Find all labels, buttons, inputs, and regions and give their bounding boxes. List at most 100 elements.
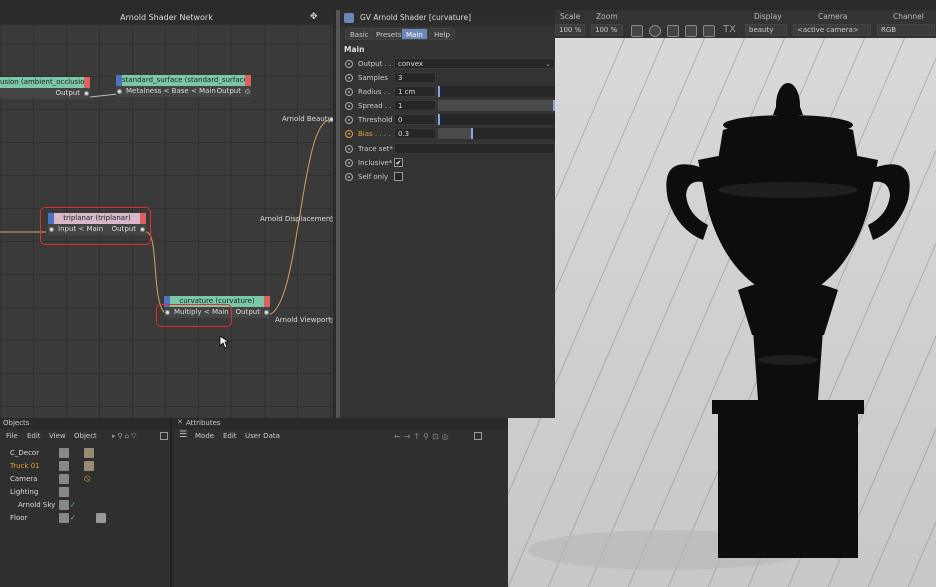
param-radius: Radius . . 1 cm [340, 86, 555, 98]
compare-icon[interactable] [685, 25, 697, 37]
display-select[interactable]: beauty [745, 24, 787, 36]
radius-field[interactable]: 1 cm [394, 86, 436, 97]
objects-panel: Objects File Edit View Object ▸⚲⌂▽ C_Dec… [0, 418, 172, 587]
bias-slider[interactable] [438, 128, 555, 139]
visibility-icon[interactable] [59, 448, 69, 458]
keyframe-icon[interactable] [345, 173, 353, 181]
material-tag-icon[interactable] [84, 461, 94, 471]
zoom-field[interactable]: 100 % [591, 24, 623, 36]
spread-field[interactable]: 1 [394, 100, 436, 111]
param-trace-set: Trace set* [340, 143, 555, 155]
threshold-field[interactable]: 0 [394, 114, 436, 125]
snapshot-icon[interactable] [631, 25, 643, 37]
navigation-icons[interactable]: ←→↑⚲⊡◎ [394, 432, 452, 441]
arnold-viewport-output[interactable]: Arnold Viewport [275, 316, 331, 324]
shader-properties-panel: GV Arnold Shader [curvature] Basic Prese… [336, 10, 555, 418]
object-name: Truck 01 [10, 462, 40, 470]
menu-edit[interactable]: Edit [27, 432, 41, 440]
hamburger-menu-icon[interactable]: ☰ [179, 430, 187, 440]
radius-slider[interactable] [438, 86, 555, 97]
menu-mode[interactable]: Mode [195, 432, 214, 440]
scale-field[interactable]: 100 % [555, 24, 585, 36]
object-item[interactable]: C_Decor [0, 447, 170, 459]
visibility-icon[interactable] [59, 474, 69, 484]
threshold-slider[interactable] [438, 114, 555, 125]
tab-help[interactable]: Help [429, 28, 455, 40]
menu-user-data[interactable]: User Data [245, 432, 280, 440]
visibility-icon[interactable] [59, 487, 69, 497]
object-name: Lighting [10, 488, 39, 496]
bias-label: Bias . . . . [358, 130, 391, 138]
crop-icon[interactable] [667, 25, 679, 37]
arnold-displacement-output[interactable]: Arnold Displacement [260, 215, 333, 223]
visibility-icon[interactable] [59, 461, 69, 471]
render-viewport[interactable] [508, 30, 936, 587]
chevron-down-icon: ⌄ [545, 60, 551, 68]
triplanar-highlight [40, 207, 151, 245]
standard-input-port[interactable] [117, 89, 122, 94]
ao-output-label: Output [55, 89, 80, 97]
threshold-label: Threshold [358, 116, 393, 124]
scale-label: Scale [560, 12, 581, 21]
keyframe-icon[interactable] [345, 145, 353, 153]
keyframe-icon[interactable] [345, 102, 353, 110]
visibility-icon[interactable] [59, 500, 69, 510]
param-self-only: Self only [340, 171, 555, 183]
protection-tag-icon[interactable]: ⦸ [84, 473, 91, 485]
ao-node-output: Output [0, 88, 90, 99]
keyframe-icon[interactable] [345, 88, 353, 96]
keyframe-icon[interactable] [345, 60, 353, 68]
visibility-icon[interactable] [59, 513, 69, 523]
shader-network-editor[interactable]: Arnold Shader Network ✥ usion (ambient_o… [0, 10, 333, 418]
material-tag-icon[interactable] [96, 513, 106, 523]
enabled-check-icon[interactable]: ✓ [70, 499, 76, 511]
arnold-displacement-port[interactable] [329, 217, 333, 222]
section-title: Main [344, 45, 365, 54]
keyframe-icon[interactable] [345, 116, 353, 124]
keyframe-icon[interactable] [345, 159, 353, 167]
ambient-occlusion-node[interactable]: usion (ambient_occlusion) Output [0, 77, 90, 99]
curvature-output-port[interactable] [264, 310, 269, 315]
menu-edit[interactable]: Edit [223, 432, 237, 440]
add-icon[interactable] [160, 432, 168, 440]
self-only-checkbox[interactable] [394, 172, 403, 181]
brush-icon[interactable] [703, 25, 715, 37]
region-icon[interactable] [649, 25, 661, 37]
tab-basic[interactable]: Basic [345, 28, 374, 40]
keyframe-icon[interactable] [345, 74, 353, 82]
camera-select[interactable]: <active camera> [793, 24, 871, 36]
object-item[interactable]: Floor ✓ [0, 512, 170, 524]
arnold-viewport-port[interactable] [329, 318, 333, 323]
param-spread: Spread . . 1 [340, 100, 555, 112]
samples-field[interactable]: 3 [394, 72, 436, 83]
inclusive-checkbox[interactable]: ✔ [394, 158, 403, 167]
search-icon[interactable]: ▸⚲⌂▽ [112, 432, 138, 440]
standard-output-port[interactable] [245, 89, 250, 94]
output-select[interactable]: convex [394, 58, 555, 69]
tx-icon[interactable]: TX [723, 24, 736, 35]
menu-file[interactable]: File [6, 432, 18, 440]
close-icon[interactable]: ✕ [177, 418, 183, 426]
add-icon[interactable] [474, 432, 482, 440]
object-item[interactable]: Truck 01 [0, 460, 170, 472]
enabled-check-icon[interactable]: ✓ [70, 512, 76, 524]
object-item[interactable]: Lighting [0, 486, 170, 498]
object-item[interactable]: Arnold Sky ✓ [0, 499, 170, 511]
spread-slider[interactable] [438, 100, 555, 111]
tab-main[interactable]: Main [401, 28, 428, 40]
bias-field[interactable]: 0.3 [394, 128, 436, 139]
inclusive-label: Inclusive* [358, 159, 393, 167]
material-tag-icon[interactable] [84, 448, 94, 458]
trace-set-field[interactable] [394, 143, 555, 154]
keyframe-icon[interactable] [345, 130, 353, 138]
channel-select[interactable]: RGB [877, 24, 935, 36]
menu-view[interactable]: View [49, 432, 66, 440]
curvature-input-highlight [156, 304, 232, 327]
arnold-beauty-port[interactable] [329, 117, 333, 122]
standard-surface-node[interactable]: standard_surface (standard_surface) Meta… [116, 75, 251, 97]
arnold-beauty-output[interactable]: Arnold Beauty [282, 115, 332, 123]
object-item[interactable]: Camera ⦸ [0, 473, 170, 485]
param-inclusive: Inclusive* ✔ [340, 157, 555, 169]
menu-object[interactable]: Object [74, 432, 97, 440]
ao-output-port[interactable] [84, 91, 89, 96]
